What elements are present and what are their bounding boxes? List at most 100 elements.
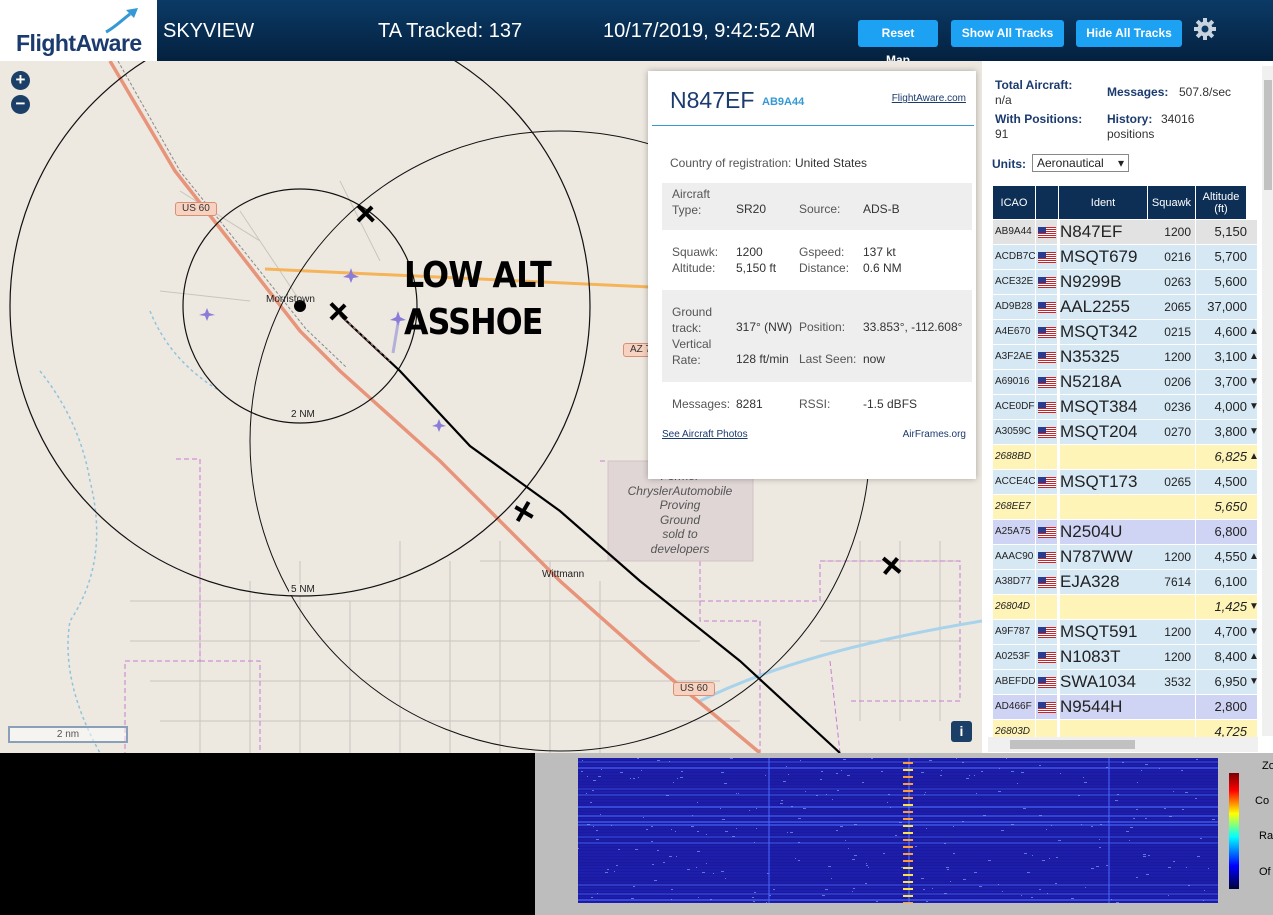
ident-cell — [1060, 445, 1148, 469]
table-row[interactable]: 26804D 1,425 ▼ — [993, 595, 1257, 620]
us-flag-icon — [1038, 552, 1056, 563]
table-row[interactable]: AB9A44 N847EF 1200 5,150 — [993, 220, 1257, 245]
us-flag-icon — [1038, 577, 1056, 588]
label-line: Vertical — [672, 337, 712, 351]
popup-ident: N847EF — [670, 87, 755, 113]
icao-cell: A0253F — [993, 645, 1035, 669]
place-wittmann: Wittmann — [542, 569, 585, 580]
units-label: Units: — [992, 157, 1026, 171]
flag-cell — [1036, 420, 1057, 444]
trend-arrow-cell — [1249, 245, 1257, 269]
altitude-cell: 6,825 — [1196, 445, 1249, 469]
table-row[interactable]: ACE0DF MSQT384 0236 4,000 ▼ — [993, 395, 1257, 420]
total-aircraft-value: n/a — [995, 93, 1012, 107]
altitude-cell: 5,600 — [1196, 270, 1249, 294]
units-selected-value: Aeronautical — [1037, 156, 1104, 170]
squawk-cell — [1148, 520, 1195, 544]
flag-cell — [1036, 520, 1057, 544]
flag-cell — [1036, 320, 1057, 344]
trend-arrow-cell — [1249, 220, 1257, 244]
flag-cell — [1036, 270, 1057, 294]
table-row[interactable]: 268EE7 5,650 — [993, 495, 1257, 520]
sidebar-scroll-thumb[interactable] — [1264, 80, 1272, 190]
icao-cell: 2688BD — [993, 445, 1035, 469]
table-row[interactable]: AD9B28 AAL2255 2065 37,000 — [993, 295, 1257, 320]
squawk-value: 1200 — [736, 245, 763, 259]
airframes-link[interactable]: AirFrames.org — [903, 429, 966, 440]
table-row[interactable]: A3059C MSQT204 0270 3,800 ▼ — [993, 420, 1257, 445]
gspeed-value: 137 kt — [863, 245, 896, 259]
aircraft-photos-link[interactable]: See Aircraft Photos — [662, 429, 748, 440]
flightaware-link[interactable]: FlightAware.com — [892, 93, 966, 104]
trend-arrow-cell — [1249, 495, 1257, 519]
us-flag-icon — [1038, 652, 1056, 663]
squawk-cell: 0215 — [1148, 320, 1195, 344]
table-row[interactable]: A4E670 MSQT342 0215 4,600 ▲ — [993, 320, 1257, 345]
col-header-ident[interactable]: Ident — [1059, 186, 1147, 219]
pg-line: Ground — [659, 512, 701, 527]
col-header-altitude[interactable]: Altitude (ft) — [1196, 186, 1246, 219]
messages-rate-label: Messages: — [1107, 85, 1169, 99]
table-row[interactable]: AAAC90 N787WW 1200 4,550 ▲ — [993, 545, 1257, 570]
pg-line: Proving — [659, 498, 701, 512]
trend-arrow-cell — [1249, 470, 1257, 494]
flag-cell — [1036, 220, 1057, 244]
icao-cell: ABEFDD — [993, 670, 1035, 694]
col-header-flag[interactable] — [1036, 186, 1058, 219]
zoom-in-button[interactable]: + — [11, 71, 30, 90]
flightaware-logo[interactable]: FlightAware — [0, 0, 157, 61]
table-row[interactable]: AD466F N9544H 2,800 — [993, 695, 1257, 720]
us-flag-icon — [1038, 277, 1056, 288]
table-row[interactable]: A0253F N1083T 1200 8,400 ▲ — [993, 645, 1257, 670]
altitude-value: 5,150 ft — [736, 261, 777, 275]
ident-cell: MSQT204 — [1060, 420, 1148, 444]
waterfall-display[interactable] — [578, 758, 1218, 903]
ident-cell: N9544H — [1060, 695, 1148, 719]
map-info-button[interactable]: i — [951, 721, 972, 742]
table-row[interactable]: 2688BD 6,825 ▲ — [993, 445, 1257, 470]
table-row[interactable]: ACE32E N9299B 0263 5,600 — [993, 270, 1257, 295]
squawk-cell: 1200 — [1148, 545, 1195, 569]
ident-cell: N5218A — [1060, 370, 1148, 394]
ident-cell: MSQT173 — [1060, 470, 1148, 494]
table-row[interactable]: ABEFDD SWA1034 3532 6,950 ▼ — [993, 670, 1257, 695]
table-row[interactable]: A38D77 EJA328 7614 6,100 — [993, 570, 1257, 595]
reset-map-button[interactable]: Reset Map — [858, 20, 938, 67]
popup-divider — [652, 125, 974, 126]
us-flag-icon — [1038, 627, 1056, 638]
gspeed-label: Gspeed: — [799, 245, 845, 259]
table-row[interactable]: A9F787 MSQT591 1200 4,700 ▼ — [993, 620, 1257, 645]
sidebar-hscroll-thumb[interactable] — [1010, 740, 1135, 749]
us-flag-icon — [1038, 677, 1056, 688]
squawk-cell: 0236 — [1148, 395, 1195, 419]
zoom-out-button[interactable]: − — [11, 95, 30, 114]
col-header-squawk[interactable]: Squawk — [1148, 186, 1195, 219]
table-row[interactable]: A69016 N5218A 0206 3,700 ▼ — [993, 370, 1257, 395]
gear-icon[interactable] — [1193, 17, 1217, 41]
units-select[interactable]: Aeronautical ▾ — [1032, 154, 1129, 172]
col-header-icao[interactable]: ICAO — [993, 186, 1035, 219]
spectrum-zoom-label: Zo — [1262, 760, 1273, 772]
ident-cell: N2504U — [1060, 520, 1148, 544]
us-flag-icon — [1038, 227, 1056, 238]
squawk-cell: 3532 — [1148, 670, 1195, 694]
ident-cell — [1060, 495, 1148, 519]
table-row[interactable]: A25A75 N2504U 6,800 — [993, 520, 1257, 545]
annotation-text: LOW ALT ASSHOE — [404, 252, 552, 346]
altitude-cell: 4,550 — [1196, 545, 1249, 569]
ground-track-label: Ground track: — [672, 304, 712, 336]
spectrum-offset-label: Of — [1259, 866, 1271, 878]
with-positions-label: With Positions: — [995, 112, 1083, 126]
shield-us60-top: US 60 — [175, 202, 217, 216]
show-all-tracks-button[interactable]: Show All Tracks — [951, 20, 1064, 47]
us-flag-icon — [1038, 477, 1056, 488]
table-row[interactable]: A3F2AE N35325 1200 3,100 ▲ — [993, 345, 1257, 370]
popup-block-type: Aircraft Type: SR20 Source: ADS-B — [662, 183, 972, 230]
railroad — [117, 61, 347, 368]
pg-line: ChryslerAutomobile — [627, 483, 733, 498]
squawk-cell: 0216 — [1148, 245, 1195, 269]
hide-all-tracks-button[interactable]: Hide All Tracks — [1076, 20, 1182, 47]
table-row[interactable]: ACCE4C MSQT173 0265 4,500 — [993, 470, 1257, 495]
table-row[interactable]: ACDB7C MSQT679 0216 5,700 — [993, 245, 1257, 270]
aircraft-sidebar: Total Aircraft: n/a Messages: 507.8/sec … — [982, 61, 1273, 753]
